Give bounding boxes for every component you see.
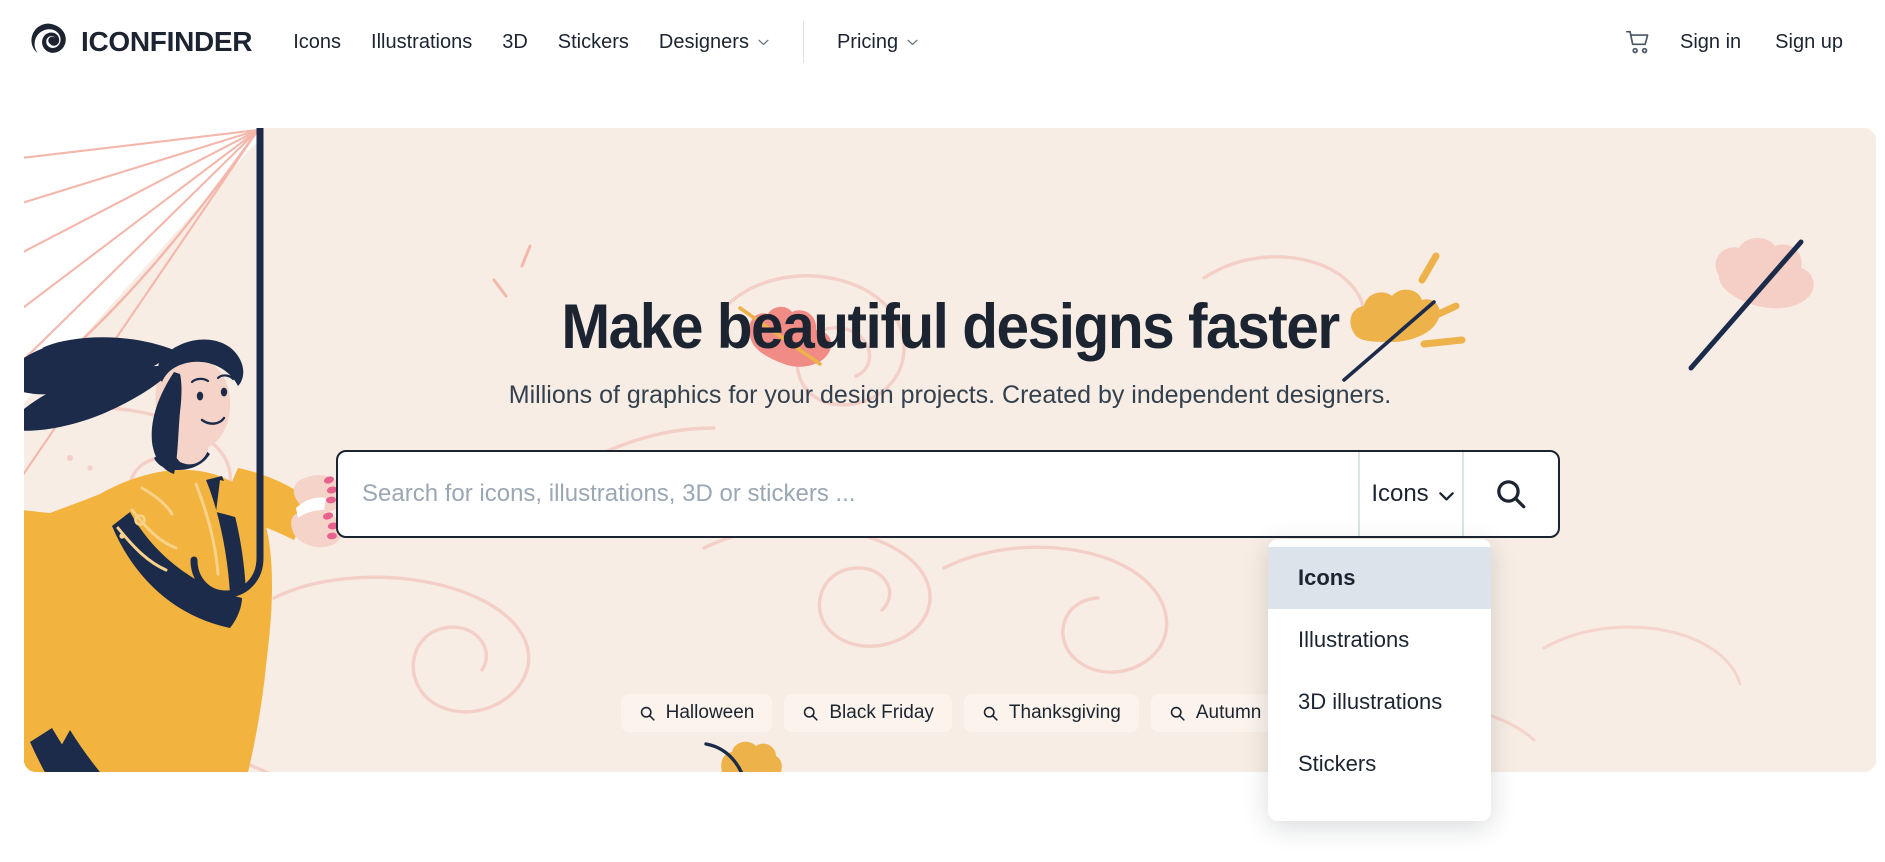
search-icon — [802, 705, 819, 722]
search-icon — [1494, 477, 1528, 511]
dropdown-option-label: Icons — [1298, 565, 1356, 590]
shopping-cart-button[interactable] — [1616, 20, 1660, 64]
nav-item-label: Icons — [293, 30, 342, 53]
logo-text: ICONFINDER — [81, 26, 253, 57]
nav-item-3d[interactable]: 3D — [487, 21, 543, 64]
dropdown-option-illustrations[interactable]: Illustrations — [1268, 609, 1491, 671]
nav-item-label: Designers — [658, 30, 749, 53]
search-type-dropdown-menu: Icons Illustrations 3D illustrations Sti… — [1268, 539, 1491, 821]
site-header: ICONFINDER Icons Illustrations 3D Sticke… — [0, 0, 1885, 84]
nav-item-icons[interactable]: Icons — [278, 21, 356, 64]
dropdown-option-label: Stickers — [1298, 751, 1377, 776]
shopping-cart-icon — [1625, 29, 1652, 56]
nav-item-label: 3D — [502, 30, 528, 53]
dropdown-option-label: Illustrations — [1298, 627, 1410, 652]
page-title: Make beautiful designs faster — [561, 292, 1340, 362]
tag-pill-label: Halloween — [665, 702, 755, 723]
search-icon — [639, 705, 656, 722]
tag-pill-black-friday[interactable]: Black Friday — [784, 694, 952, 732]
search-type-value: Icons — [1371, 480, 1429, 507]
search-type-select[interactable]: Icons — [1358, 452, 1464, 536]
dropdown-option-label: 3D illustrations — [1298, 689, 1443, 714]
nav-divider — [802, 21, 804, 63]
header-actions: Sign in Sign up — [1616, 20, 1857, 64]
search-input[interactable] — [338, 452, 1358, 536]
nav-item-illustrations[interactable]: Illustrations — [356, 21, 487, 64]
tag-pill-label: Black Friday — [829, 702, 934, 723]
nav-item-label: Illustrations — [371, 30, 473, 53]
sign-in-link[interactable]: Sign in — [1666, 21, 1755, 64]
hero-banner: Make beautiful designs faster Millions o… — [24, 128, 1876, 772]
tag-pill-autumn[interactable]: Autumn — [1150, 694, 1280, 732]
nav-item-pricing[interactable]: Pricing — [822, 21, 934, 64]
tag-pill-halloween[interactable]: Halloween — [620, 694, 773, 732]
chevron-down-icon — [1438, 488, 1454, 501]
nav-item-designers[interactable]: Designers — [644, 21, 785, 64]
chevron-down-icon — [906, 36, 919, 49]
hero-subtitle: Millions of graphics for your design pro… — [508, 381, 1392, 409]
nav-item-label: Pricing — [836, 30, 899, 53]
hero-content: Make beautiful designs faster Millions o… — [24, 128, 1876, 772]
sign-up-link[interactable]: Sign up — [1761, 21, 1857, 64]
main-nav: Icons Illustrations 3D Stickers Designer… — [278, 21, 934, 64]
suggested-tags: Halloween Black Friday Thanksgiving Autu… — [24, 694, 1876, 732]
search-submit-button[interactable] — [1464, 452, 1558, 536]
search-icon — [982, 705, 999, 722]
logo-link[interactable]: ICONFINDER — [28, 20, 253, 64]
chevron-down-icon — [757, 36, 770, 49]
dropdown-option-icons[interactable]: Icons — [1268, 547, 1491, 609]
tag-pill-label: Thanksgiving — [1008, 702, 1121, 723]
search-icon — [1169, 705, 1186, 722]
search-bar: Icons — [336, 450, 1560, 538]
iconfinder-eye-spiral-logo-icon — [28, 20, 72, 64]
nav-item-stickers[interactable]: Stickers — [543, 21, 644, 64]
tag-pill-label: Autumn — [1195, 702, 1262, 723]
tag-pill-thanksgiving[interactable]: Thanksgiving — [963, 694, 1139, 732]
nav-item-label: Stickers — [557, 30, 629, 53]
dropdown-option-stickers[interactable]: Stickers — [1268, 733, 1491, 795]
dropdown-option-3d-illustrations[interactable]: 3D illustrations — [1268, 671, 1491, 733]
